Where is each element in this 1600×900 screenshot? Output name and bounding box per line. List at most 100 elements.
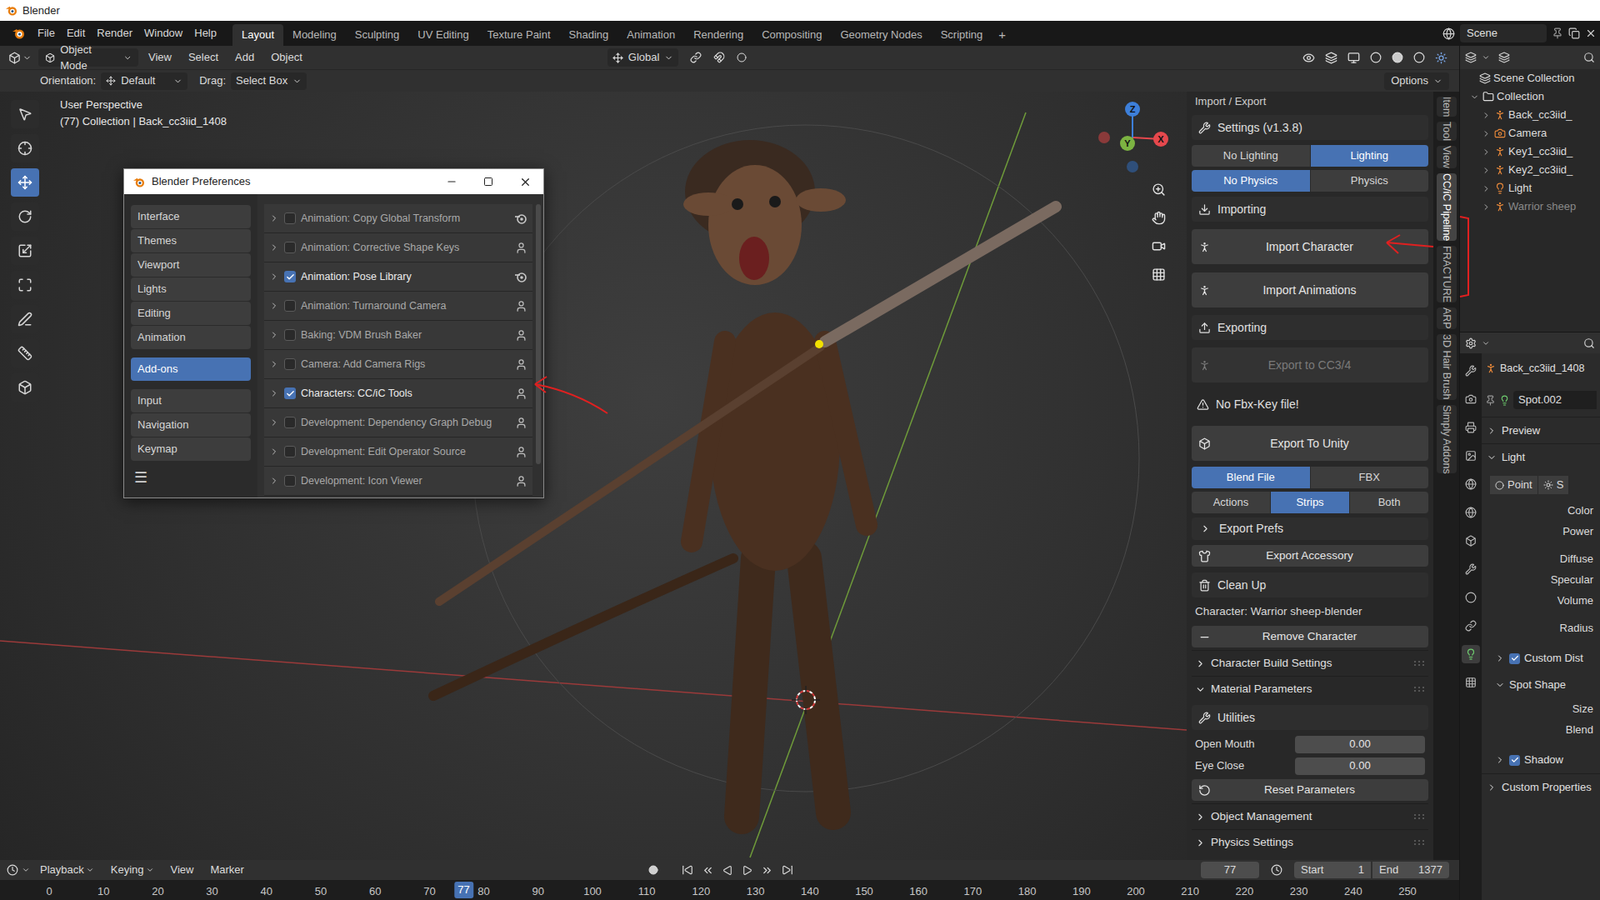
gizmo-axis[interactable]: Z bbox=[1125, 101, 1140, 138]
properties-subpanel-header[interactable]: Custom Dist bbox=[1481, 645, 1600, 672]
overlay-icon[interactable] bbox=[1347, 51, 1360, 65]
expand-icon[interactable] bbox=[1470, 92, 1480, 102]
properties-tab[interactable] bbox=[1461, 645, 1480, 664]
maximize-button[interactable] bbox=[470, 169, 507, 195]
outliner-row[interactable]: Collection bbox=[1460, 87, 1600, 106]
viewport-menu[interactable]: Object bbox=[264, 49, 310, 66]
expand-icon[interactable] bbox=[269, 242, 280, 253]
properties-editor-icon[interactable] bbox=[1465, 337, 1477, 350]
search-icon[interactable] bbox=[1583, 51, 1595, 64]
pin-icon[interactable] bbox=[1485, 395, 1496, 406]
blender-menu-button[interactable] bbox=[8, 26, 29, 40]
addon-checkbox[interactable] bbox=[284, 241, 296, 254]
timeline-editor-icon[interactable] bbox=[6, 864, 19, 876]
timeline-menu[interactable]: Marker bbox=[203, 861, 250, 879]
record-icon[interactable] bbox=[648, 865, 659, 875]
viewport-menu[interactable]: Add bbox=[228, 49, 261, 66]
action-button[interactable]: Export To Unity bbox=[1191, 425, 1429, 461]
properties-subpanel-header[interactable]: Spot Shape bbox=[1481, 671, 1600, 699]
preferences-section[interactable]: Editing bbox=[130, 301, 251, 325]
addon-row[interactable]: Development: Dependency Graph Debug bbox=[264, 408, 533, 438]
nav-button[interactable] bbox=[1146, 234, 1170, 258]
workspace-tab[interactable]: Modeling bbox=[283, 24, 346, 46]
properties-tab[interactable] bbox=[1461, 475, 1480, 494]
jump-end-icon[interactable] bbox=[781, 864, 794, 876]
tool-button[interactable] bbox=[10, 134, 40, 163]
action-button[interactable]: Export to CC3/4 bbox=[1191, 347, 1429, 383]
timeline-menu[interactable]: Keying bbox=[104, 861, 161, 879]
orientation-dropdown[interactable]: Default bbox=[100, 72, 188, 90]
workspace-tab[interactable]: Geometry Nodes bbox=[830, 24, 931, 46]
3d-viewport[interactable]: User Perspective(77) Collection | Back_c… bbox=[0, 91, 1187, 860]
new-scene-icon[interactable] bbox=[1568, 27, 1580, 40]
button[interactable]: Reset Parameters bbox=[1191, 779, 1429, 801]
expand-icon[interactable] bbox=[269, 271, 280, 282]
nav-button[interactable] bbox=[1146, 177, 1170, 201]
tool-button[interactable] bbox=[10, 236, 40, 265]
workspace-tab[interactable]: Texture Paint bbox=[478, 24, 560, 46]
addon-checkbox[interactable] bbox=[284, 212, 296, 225]
toggle-option[interactable]: No Lighting bbox=[1191, 145, 1311, 167]
material-shading-icon[interactable] bbox=[1413, 51, 1425, 64]
addon-checkbox[interactable] bbox=[284, 387, 296, 400]
workspace-tab[interactable]: Compositing bbox=[752, 24, 831, 46]
tool-button[interactable] bbox=[10, 339, 40, 368]
sidebar-tab[interactable]: Simply Addons bbox=[1436, 405, 1457, 475]
addon-row[interactable]: Animation: Pose Library bbox=[264, 262, 533, 292]
properties-tab[interactable] bbox=[1461, 673, 1480, 692]
expand-icon[interactable] bbox=[269, 388, 280, 399]
preferences-section[interactable]: Lights bbox=[130, 277, 251, 301]
properties-tab[interactable] bbox=[1461, 503, 1480, 522]
sidebar-tab[interactable]: ARP bbox=[1436, 307, 1457, 330]
visibility-icon[interactable] bbox=[1302, 51, 1315, 65]
viewport-menu[interactable]: View bbox=[141, 49, 179, 66]
menu-item[interactable]: Edit bbox=[60, 25, 91, 42]
properties-tab[interactable] bbox=[1461, 560, 1480, 579]
addon-checkbox[interactable] bbox=[284, 329, 296, 341]
workspace-tab[interactable]: Animation bbox=[617, 24, 685, 46]
addon-row[interactable]: Animation: Copy Global Transform bbox=[264, 204, 533, 234]
rendered-shading-icon[interactable] bbox=[1435, 51, 1448, 65]
addon-row[interactable]: Development: Edit Operator Source bbox=[264, 437, 533, 467]
close-button[interactable] bbox=[506, 169, 544, 195]
solid-shading-icon[interactable] bbox=[1391, 51, 1404, 64]
properties-tab[interactable] bbox=[1461, 588, 1480, 607]
toggle-option[interactable]: Strips bbox=[1270, 491, 1350, 514]
window-title-bar[interactable]: Blender bbox=[0, 0, 1600, 21]
action-button[interactable]: Import Character bbox=[1191, 229, 1429, 265]
sidebar-tab[interactable]: Item bbox=[1436, 96, 1457, 117]
number-field[interactable]: 0.00 bbox=[1295, 757, 1425, 775]
toggle-option[interactable]: No Physics bbox=[1191, 170, 1311, 192]
gizmo-axis[interactable]: X bbox=[1132, 131, 1169, 147]
drag-dropdown[interactable]: Select Box bbox=[230, 72, 307, 90]
workspace-tab[interactable]: Scripting bbox=[931, 24, 993, 46]
preferences-section[interactable]: Interface bbox=[130, 205, 251, 229]
editor-type-button[interactable] bbox=[5, 51, 35, 65]
current-frame-field[interactable]: 77 bbox=[1200, 861, 1260, 879]
outliner-row[interactable]: Key2_cc3iid_ bbox=[1460, 160, 1600, 180]
gizmo-icon[interactable] bbox=[1325, 51, 1338, 65]
toggle-option[interactable]: Lighting bbox=[1310, 145, 1430, 167]
expand-icon[interactable] bbox=[269, 417, 280, 428]
preview-range-icon[interactable] bbox=[1270, 864, 1283, 876]
menu-item[interactable]: File bbox=[31, 25, 61, 42]
gizmo-axis[interactable]: Y bbox=[1120, 135, 1135, 151]
toggle-option[interactable]: Actions bbox=[1191, 491, 1271, 514]
expand-icon[interactable] bbox=[1481, 129, 1491, 139]
property-field[interactable]: Power bbox=[1481, 520, 1600, 542]
preferences-section[interactable]: Navigation bbox=[130, 413, 251, 437]
snap-icon[interactable] bbox=[713, 51, 725, 64]
addon-checkbox[interactable] bbox=[284, 270, 296, 283]
expand-icon[interactable] bbox=[269, 446, 280, 457]
panel-section-header[interactable]: Character Build Settings bbox=[1191, 650, 1429, 676]
scene-icon[interactable] bbox=[1442, 27, 1455, 40]
number-field[interactable]: 0.00 bbox=[1295, 735, 1425, 754]
nav-button[interactable] bbox=[1146, 205, 1170, 230]
addon-checkbox[interactable] bbox=[284, 475, 296, 487]
panel-section-header[interactable]: Object Management bbox=[1191, 803, 1429, 830]
properties-tab[interactable] bbox=[1461, 390, 1480, 409]
workspace-tab[interactable]: Layout bbox=[232, 24, 284, 46]
expand-icon[interactable] bbox=[269, 330, 280, 340]
subpanel-header[interactable]: Export Prefs bbox=[1191, 517, 1429, 540]
outliner-row[interactable]: Camera bbox=[1460, 124, 1600, 143]
